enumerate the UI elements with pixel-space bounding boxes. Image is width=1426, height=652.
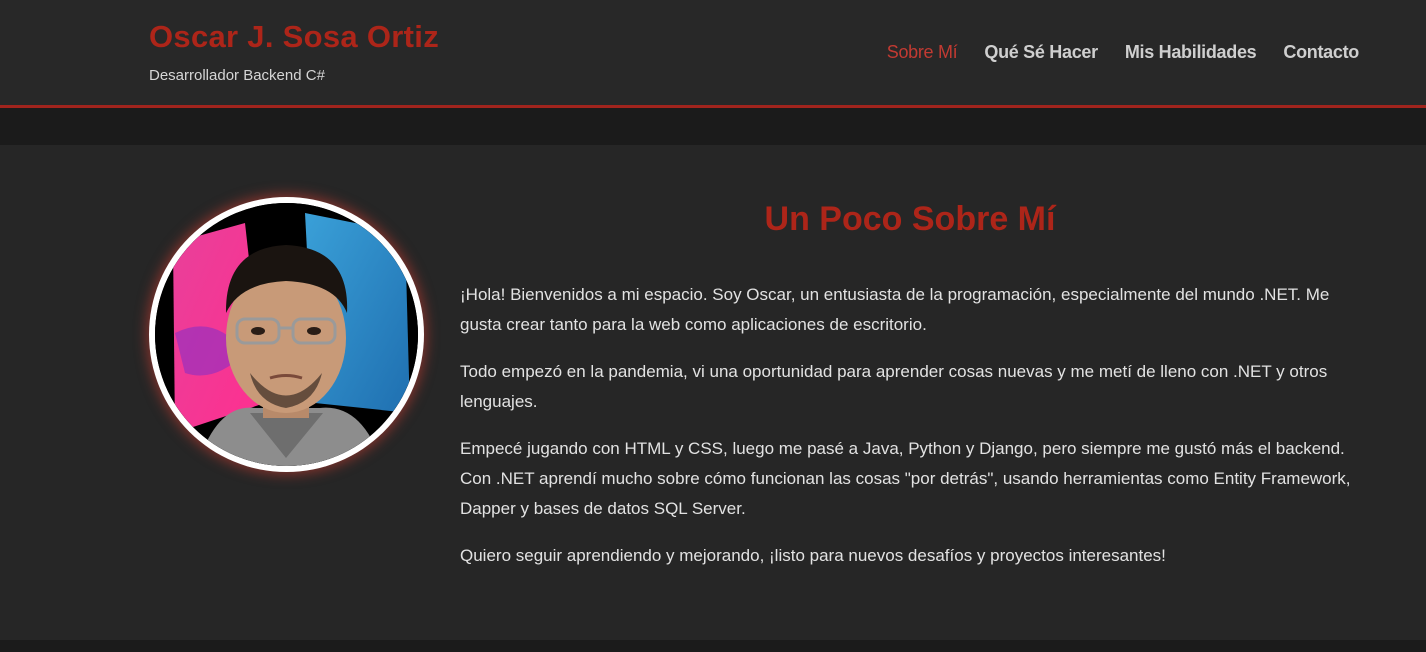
nav-link-mis-habilidades[interactable]: Mis Habilidades (1125, 42, 1257, 63)
main-nav: Sobre Mí Qué Sé Hacer Mis Habilidades Co… (887, 42, 1360, 63)
profile-photo-frame (149, 197, 424, 472)
nav-link-sobre-mi[interactable]: Sobre Mí (887, 42, 958, 63)
site-header: Oscar J. Sosa Ortiz Desarrollador Backen… (0, 0, 1426, 108)
about-section: Un Poco Sobre Mí ¡Hola! Bienvenidos a mi… (0, 145, 1426, 640)
nav-link-contacto[interactable]: Contacto (1283, 42, 1359, 63)
about-text: ¡Hola! Bienvenidos a mi espacio. Soy Osc… (460, 280, 1360, 588)
nav-link-que-se-hacer[interactable]: Qué Sé Hacer (984, 42, 1098, 63)
brand-name[interactable]: Oscar J. Sosa Ortiz (149, 19, 439, 55)
about-paragraph-1: ¡Hola! Bienvenidos a mi espacio. Soy Osc… (460, 285, 1330, 334)
about-title: Un Poco Sobre Mí (764, 200, 1056, 238)
profile-photo (155, 203, 418, 466)
profile-photo-illustration (155, 203, 418, 466)
brand-tagline: Desarrollador Backend C# (149, 67, 325, 84)
about-paragraph-3: Empecé jugando con HTML y CSS, luego me … (460, 439, 1351, 518)
about-paragraph-4: Quiero seguir aprendiendo y mejorando, ¡… (460, 546, 1166, 565)
about-paragraph-2: Todo empezó en la pandemia, vi una oport… (460, 362, 1328, 411)
